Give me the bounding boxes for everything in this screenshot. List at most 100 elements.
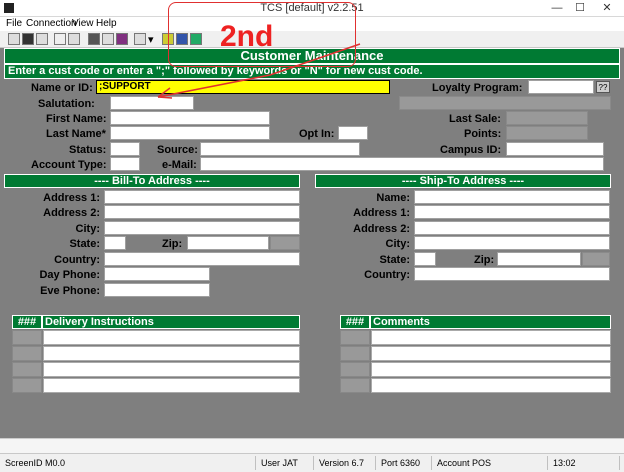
bill-address1-input[interactable]	[104, 190, 300, 204]
source-input[interactable]	[200, 142, 360, 156]
account-status: Account POS	[434, 456, 548, 470]
last-name-input[interactable]	[110, 126, 270, 140]
ship-city-input[interactable]	[414, 236, 610, 250]
account-type-input[interactable]	[110, 157, 140, 171]
status-input[interactable]	[110, 142, 140, 156]
bill-zip-ext-field	[270, 236, 300, 250]
ship-city-label: City:	[385, 238, 410, 250]
first-name-input[interactable]	[110, 111, 270, 125]
status-bar: ScreenID M0.0 User JAT Version 6.7 Port …	[0, 453, 624, 472]
comments-row[interactable]	[371, 378, 611, 393]
last-name-label: Last Name*	[46, 128, 106, 140]
menu-file[interactable]: File	[6, 18, 22, 29]
ship-name-input[interactable]	[414, 190, 610, 204]
ship-address1-input[interactable]	[414, 205, 610, 219]
campus-id-label: Campus ID:	[440, 144, 502, 156]
menu-connection[interactable]: Connection	[26, 18, 77, 29]
ship-address2-input[interactable]	[414, 221, 610, 235]
ship-address1-label: Address 1:	[353, 207, 410, 219]
comments-row-num	[340, 330, 370, 345]
menu-help[interactable]: Help	[96, 18, 117, 29]
comments-row-num	[340, 362, 370, 377]
loyalty-program-input[interactable]	[528, 80, 594, 94]
bill-address1-label: Address 1:	[43, 192, 100, 204]
close-button[interactable]: ✕	[598, 0, 616, 16]
customer-maintenance-form: Customer Maintenance Enter a cust code o…	[0, 48, 624, 438]
ship-country-input[interactable]	[414, 267, 610, 281]
status-label: Status:	[69, 144, 107, 156]
opt-in-input[interactable]	[338, 126, 368, 140]
menu-view[interactable]: View	[72, 18, 94, 29]
bill-address2-label: Address 2:	[43, 207, 100, 219]
delivery-num-header: ###	[12, 315, 42, 329]
ship-zip-input[interactable]	[497, 252, 581, 266]
name-or-id-label: Name or ID:	[31, 82, 93, 94]
delivery-row[interactable]	[43, 362, 300, 377]
bill-to-header: ---- Bill-To Address ----	[4, 174, 300, 188]
bill-country-label: Country:	[54, 254, 100, 266]
ship-address2-label: Address 2:	[353, 223, 410, 235]
command-strip[interactable]	[0, 438, 624, 453]
link-icon[interactable]	[68, 33, 80, 45]
day-phone-label: Day Phone:	[39, 269, 100, 281]
time-status: 13:02	[550, 456, 620, 470]
screen-id-status: ScreenID M0.0	[2, 456, 256, 470]
book-icon[interactable]	[116, 33, 128, 45]
email-input[interactable]	[200, 157, 604, 171]
comments-row[interactable]	[371, 346, 611, 361]
eve-phone-label: Eve Phone:	[40, 285, 100, 297]
delivery-row[interactable]	[43, 378, 300, 393]
version-status: Version 6.7	[316, 456, 376, 470]
ship-to-header: ---- Ship-To Address ----	[315, 174, 611, 188]
print-icon[interactable]	[36, 33, 48, 45]
day-phone-input[interactable]	[104, 267, 210, 281]
eve-phone-input[interactable]	[104, 283, 210, 297]
loyalty-help-button[interactable]: ??	[596, 81, 610, 93]
annotation-arrow	[157, 43, 361, 99]
delivery-row[interactable]	[43, 346, 300, 361]
save-icon[interactable]	[22, 33, 34, 45]
comments-row[interactable]	[371, 330, 611, 345]
minimize-button[interactable]: —	[548, 0, 566, 16]
opt-in-label: Opt In:	[299, 128, 335, 140]
bill-zip-label: Zip:	[162, 238, 183, 250]
ship-name-label: Name:	[376, 192, 410, 204]
delivery-row-num	[12, 378, 42, 393]
bill-address2-input[interactable]	[104, 205, 300, 219]
ship-country-label: Country:	[364, 269, 410, 281]
source-label: Source:	[157, 144, 198, 156]
comments-row[interactable]	[371, 362, 611, 377]
lock-icon[interactable]	[54, 33, 66, 45]
loyalty-detail-field	[399, 96, 611, 110]
bill-city-input[interactable]	[104, 221, 300, 235]
salutation-label: Salutation:	[38, 98, 95, 110]
bill-country-input[interactable]	[104, 252, 300, 266]
loyalty-program-label: Loyalty Program:	[432, 82, 523, 94]
delivery-row-num	[12, 330, 42, 345]
last-sale-field	[506, 111, 588, 125]
maximize-button[interactable]: ☐	[571, 0, 589, 16]
delivery-instructions-header: Delivery Instructions	[42, 315, 300, 329]
copy-icon[interactable]	[8, 33, 20, 45]
points-field	[506, 126, 588, 140]
bill-zip-input[interactable]	[187, 236, 269, 250]
monitor-icon[interactable]	[88, 33, 100, 45]
comments-row-num	[340, 378, 370, 393]
bill-state-input[interactable]	[104, 236, 126, 250]
campus-id-input[interactable]	[506, 142, 604, 156]
user-status: User JAT	[258, 456, 314, 470]
first-name-label: First Name:	[46, 113, 107, 125]
document-icon[interactable]	[102, 33, 114, 45]
email-label: e-Mail:	[162, 159, 197, 171]
comments-header: Comments	[370, 315, 611, 329]
calendar-icon[interactable]	[134, 33, 146, 45]
delivery-row[interactable]	[43, 330, 300, 345]
account-type-label: Account Type:	[31, 159, 107, 171]
port-status: Port 6360	[378, 456, 432, 470]
last-sale-label: Last Sale:	[449, 113, 501, 125]
points-label: Points:	[464, 128, 502, 140]
bill-city-label: City:	[75, 223, 100, 235]
ship-zip-ext-field	[582, 252, 610, 266]
comments-num-header: ###	[340, 315, 370, 329]
ship-state-input[interactable]	[414, 252, 436, 266]
